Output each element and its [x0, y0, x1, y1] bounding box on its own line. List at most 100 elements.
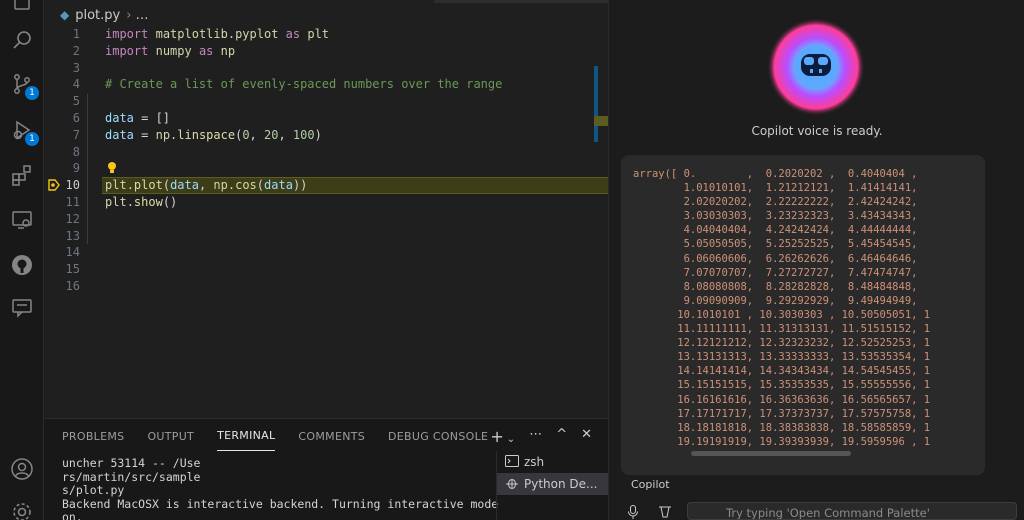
code-line[interactable]: 7 data = np.linspace(0, 20, 100): [44, 127, 608, 144]
code-token: data: [105, 127, 134, 142]
code-editor[interactable]: 1 import matplotlib.pyplot as plt 2 import…: [44, 26, 608, 295]
code-token: plot: [133, 178, 163, 193]
code-token: plt: [105, 178, 127, 193]
line-number: 1: [72, 27, 80, 41]
output-horizontal-scrollbar[interactable]: [691, 451, 851, 456]
code-token: linspace: [177, 127, 236, 142]
tab-problems[interactable]: PROBLEMS: [62, 422, 124, 451]
line-number: 7: [72, 127, 80, 142]
code-line[interactable]: 16: [44, 278, 608, 295]
code-line[interactable]: 1 import matplotlib.pyplot as plt: [44, 26, 608, 43]
line-number: 3: [72, 60, 80, 75]
terminal-line: uncher 53114 -- /Use: [62, 456, 201, 470]
copilot-label: Copilot: [631, 478, 670, 491]
code-token: np: [213, 178, 228, 193]
more-actions-icon[interactable]: ⋯: [529, 427, 542, 446]
microphone-icon[interactable]: [623, 504, 643, 520]
run-debug-badge: 1: [25, 132, 39, 146]
copilot-panel: Copilot voice is ready. array([ 0. , 0.2…: [608, 0, 1024, 520]
code-line[interactable]: 12: [44, 211, 608, 228]
run-debug-icon[interactable]: 1: [8, 116, 39, 146]
source-control-icon[interactable]: 1: [8, 70, 39, 100]
code-token: data: [264, 178, 293, 193]
voice-status: Copilot voice is ready.: [751, 124, 883, 138]
line-number: 9: [72, 161, 80, 176]
code-line[interactable]: 4 # Create a list of evenly-spaced number…: [44, 76, 608, 93]
plus-icon: +: [490, 427, 504, 446]
breadcrumb-separator: ›: [126, 7, 132, 23]
chat-icon[interactable]: [8, 294, 36, 322]
account-icon[interactable]: [8, 455, 36, 483]
code-line[interactable]: 11 plt.show(): [44, 194, 608, 211]
search-icon[interactable]: [8, 26, 36, 54]
chat-input-bar: [609, 498, 1024, 520]
editor-scrollbar[interactable]: [594, 66, 598, 142]
tab-comments[interactable]: COMMENTS: [298, 422, 365, 451]
code-token: (): [162, 194, 178, 209]
breadcrumb-filename[interactable]: plot.py: [75, 8, 120, 23]
terminal-line: rs/martin/src/sample: [62, 469, 201, 484]
code-line[interactable]: 6 data = []: [44, 110, 608, 127]
terminal-list: zsh Python De...: [496, 451, 608, 520]
code-line[interactable]: 8: [44, 144, 608, 161]
terminal-output[interactable]: uncher 53114 -- /Use rs/martin/src/sample…: [62, 456, 498, 520]
code-token: 20: [264, 127, 279, 142]
indent-guide: [87, 94, 88, 244]
code-token: np: [155, 127, 171, 142]
overview-ruler-mark: [594, 116, 608, 126]
code-line[interactable]: 5: [44, 93, 608, 110]
line-number: 8: [72, 144, 80, 159]
new-terminal-button[interactable]: + ⌄: [490, 427, 515, 446]
explorer-icon[interactable]: [8, 0, 36, 14]
remote-explorer-icon[interactable]: [8, 206, 36, 234]
copilot-response-output[interactable]: array([ 0. , 0.2020202 , 0.4040404 , 1.0…: [621, 155, 985, 475]
terminal-icon: [505, 454, 519, 470]
terminal-item-python-debug[interactable]: Python De...: [497, 473, 608, 495]
bug-icon: [505, 476, 519, 493]
line-number: 12: [65, 211, 80, 226]
terminal-item-label: Python De...: [524, 477, 598, 491]
line-number: 10: [65, 178, 80, 193]
code-token: ): [314, 127, 322, 142]
code-token: matplotlib.pyplot: [155, 27, 279, 41]
line-number: 6: [72, 110, 80, 125]
activity-bar: 1 1: [0, 0, 44, 520]
array-output-text: array([ 0. , 0.2020202 , 0.4040404 , 1.0…: [633, 168, 931, 448]
code-line[interactable]: 2 import numpy as np: [44, 43, 608, 60]
code-line-current[interactable]: 10 plt.plot(data, np.cos(data)): [44, 177, 608, 194]
code-token: import: [105, 43, 149, 58]
github-icon[interactable]: [8, 251, 36, 279]
code-token: = []: [133, 110, 171, 125]
python-file-icon: ◆: [60, 8, 70, 22]
code-line[interactable]: 14: [44, 244, 608, 261]
maximize-panel-icon[interactable]: ^: [556, 427, 567, 446]
breadcrumb-more[interactable]: …: [135, 8, 148, 23]
settings-gear-icon[interactable]: [8, 498, 36, 520]
line-number: 11: [65, 194, 80, 209]
chat-input[interactable]: [687, 502, 1017, 520]
close-panel-icon[interactable]: ✕: [581, 427, 592, 446]
line-number: 14: [65, 245, 80, 260]
tab-debug-console[interactable]: DEBUG CONSOLE: [388, 422, 488, 451]
bottom-panel: PROBLEMS OUTPUT TERMINAL COMMENTS DEBUG …: [44, 418, 608, 520]
code-line[interactable]: 13: [44, 228, 608, 245]
terminal-item-zsh[interactable]: zsh: [497, 451, 608, 473]
clear-chat-icon[interactable]: [655, 504, 675, 520]
terminal-item-label: zsh: [524, 455, 545, 469]
tab-output[interactable]: OUTPUT: [147, 422, 194, 451]
editor-area: ◆ plot.py › … 1 import matplotlib.pyplot …: [44, 0, 608, 418]
code-token: =: [133, 127, 156, 142]
code-token: 100: [292, 127, 315, 142]
code-line[interactable]: 3: [44, 60, 608, 77]
code-line[interactable]: 15: [44, 261, 608, 278]
panel-actions: + ⌄ ⋯ ^ ✕: [490, 427, 592, 446]
code-line[interactable]: 9: [44, 160, 608, 177]
code-token: plt: [105, 194, 127, 209]
code-token: import: [105, 27, 149, 41]
line-number: 16: [65, 278, 80, 293]
code-comment: # Create a list of evenly-spaced numbers…: [105, 77, 503, 92]
tab-terminal[interactable]: TERMINAL: [217, 421, 276, 451]
line-number: 2: [72, 43, 80, 58]
extensions-icon[interactable]: [8, 161, 36, 189]
code-token: plt: [307, 27, 330, 41]
